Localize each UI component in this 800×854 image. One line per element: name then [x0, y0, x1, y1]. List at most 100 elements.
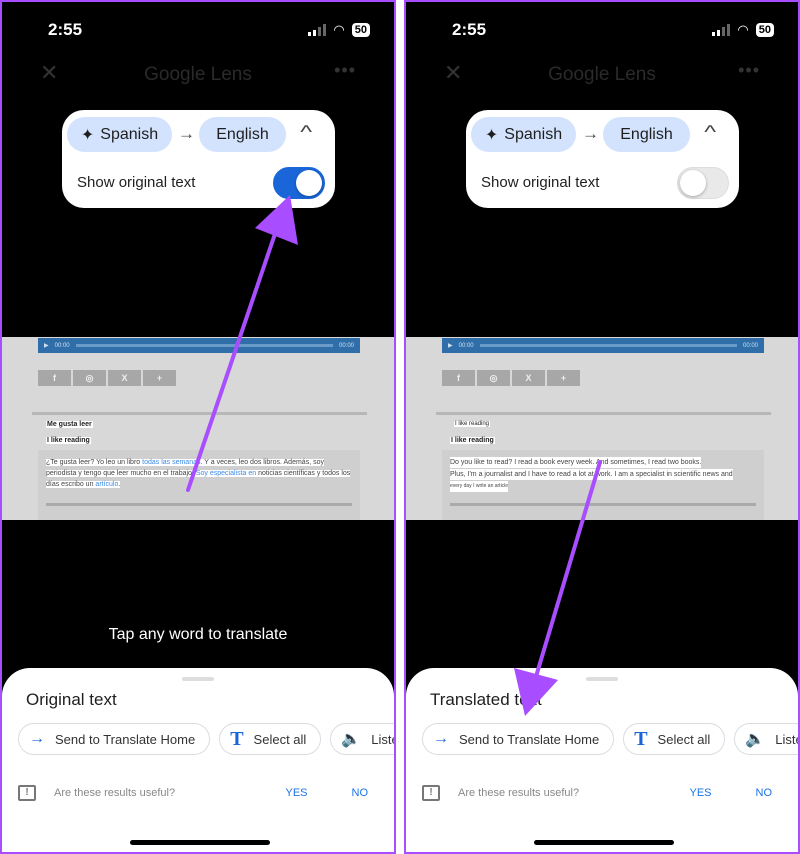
- plus-icon[interactable]: +: [547, 370, 580, 386]
- translated-text-line[interactable]: Plus, I'm a journalist and I have to rea…: [450, 469, 733, 480]
- text-icon: T: [230, 727, 244, 750]
- divider: [450, 503, 756, 506]
- arrow-right-icon: →: [433, 730, 449, 747]
- feedback-yes-button[interactable]: YES: [689, 787, 711, 799]
- signal-icon: [308, 24, 327, 36]
- audio-player[interactable]: ▶ 00:00 00:00: [38, 338, 360, 353]
- audio-player[interactable]: ▶ 00:00 00:00: [442, 338, 764, 353]
- divider: [46, 503, 352, 506]
- audio-end-time: 00:00: [742, 342, 758, 349]
- send-to-translate-button[interactable]: → Send to Translate Home: [422, 723, 615, 755]
- audio-start-time: 00:00: [458, 342, 474, 349]
- target-language-label: English: [216, 125, 269, 143]
- arrow-right-icon: →: [29, 730, 45, 747]
- listen-button[interactable]: 🔈 Listen: [330, 723, 394, 755]
- toggle-knob: [296, 170, 322, 196]
- social-buttons: f ◎ X +: [38, 370, 176, 386]
- instagram-icon[interactable]: ◎: [477, 370, 510, 386]
- battery-icon: 50: [755, 23, 774, 37]
- target-language-label: English: [620, 125, 673, 143]
- button-label: Listen: [775, 731, 798, 747]
- facebook-icon[interactable]: f: [38, 370, 71, 386]
- feedback-row: ! Are these results useful? YES NO: [18, 785, 378, 801]
- audio-progress-track[interactable]: [479, 344, 737, 347]
- home-indicator: [130, 840, 270, 845]
- webpage-link[interactable]: artículo: [95, 481, 119, 488]
- source-language-chip[interactable]: ✦ Spanish: [471, 117, 576, 152]
- select-all-button[interactable]: T Select all: [623, 723, 726, 755]
- speaker-icon: 🔈: [745, 731, 766, 748]
- action-chips: → Send to Translate Home T Select all 🔈 Lis…: [18, 723, 394, 755]
- audio-end-time: 00:00: [338, 342, 354, 349]
- chevron-up-icon[interactable]: ^: [704, 122, 716, 143]
- translate-card: ✦ Spanish → English ^ Show original text: [466, 110, 739, 208]
- text-icon: T: [634, 727, 648, 750]
- show-original-text-toggle[interactable]: [677, 167, 729, 199]
- webpage-heading[interactable]: I like reading: [454, 421, 491, 427]
- button-label: Select all: [657, 731, 711, 747]
- select-all-button[interactable]: T Select all: [219, 723, 322, 755]
- phone-screenshot-original: 2:55 ◠ 50 ✕ Google Lens ••• ✦ Spanish → …: [0, 0, 396, 854]
- toggle-knob: [680, 170, 706, 196]
- feedback-no-button[interactable]: NO: [352, 787, 369, 799]
- tap-hint: Tap any word to translate: [108, 626, 288, 643]
- status-icons: ◠ 50: [712, 22, 774, 38]
- home-indicator: [534, 840, 674, 845]
- facebook-icon[interactable]: f: [442, 370, 475, 386]
- instagram-icon[interactable]: ◎: [73, 370, 106, 386]
- webpage-paragraph[interactable]: ¿Te gusta leer? Yo leo un libro todas la…: [38, 450, 360, 520]
- button-label: Send to Translate Home: [55, 731, 196, 747]
- webpage-link[interactable]: todas las semanas: [142, 459, 201, 466]
- webpage-paragraph[interactable]: Do you like to read? I read a book every…: [442, 450, 764, 520]
- target-language-chip[interactable]: English: [603, 117, 690, 152]
- bottom-sheet: Original text → Send to Translate Home TS…: [2, 668, 394, 852]
- feedback-row: ! Are these results useful? YES NO: [422, 785, 782, 801]
- play-icon[interactable]: ▶: [44, 342, 49, 349]
- x-icon[interactable]: X: [512, 370, 545, 386]
- feedback-yes-button[interactable]: YES: [285, 787, 307, 799]
- plus-icon[interactable]: +: [143, 370, 176, 386]
- speaker-icon: 🔈: [341, 731, 362, 748]
- sheet-drag-handle[interactable]: [586, 677, 618, 681]
- status-time: 2:55: [48, 20, 83, 39]
- feedback-icon: !: [422, 785, 440, 801]
- more-options-icon[interactable]: •••: [738, 60, 760, 81]
- audio-progress-track[interactable]: [75, 344, 333, 347]
- translated-text-line[interactable]: Do you like to read? I read a book every…: [450, 457, 702, 468]
- feedback-icon: !: [18, 785, 36, 801]
- arrow-right-icon: →: [582, 124, 599, 143]
- feedback-no-button[interactable]: NO: [756, 787, 773, 799]
- sparkle-icon: ✦: [80, 126, 95, 144]
- listen-button[interactable]: 🔈 Listen: [734, 723, 798, 755]
- wifi-icon: ◠: [333, 22, 345, 37]
- bottom-sheet: Translated text → Send to Translate Home …: [406, 668, 798, 852]
- source-language-label: Spanish: [100, 125, 159, 143]
- divider: [32, 412, 367, 415]
- webpage-text: ¿Te gusta leer? Yo leo un libro: [46, 459, 143, 466]
- webpage-link[interactable]: Soy especialista en: [195, 470, 257, 477]
- webpage-heading[interactable]: Me gusta leer: [46, 421, 93, 428]
- translated-text-line[interactable]: every day I write an article: [450, 481, 509, 492]
- play-icon[interactable]: ▶: [448, 342, 453, 349]
- show-original-text-toggle[interactable]: [273, 167, 325, 199]
- wifi-icon: ◠: [737, 22, 749, 37]
- action-chips: → Send to Translate Home T Select all 🔈 Lis…: [422, 723, 798, 755]
- more-options-icon[interactable]: •••: [334, 60, 356, 81]
- status-icons: ◠ 50: [308, 22, 370, 38]
- sheet-title: Translated text: [430, 690, 542, 709]
- webpage-subheading[interactable]: I like reading: [450, 437, 495, 444]
- sheet-drag-handle[interactable]: [182, 677, 214, 681]
- button-label: Select all: [253, 731, 307, 747]
- source-language-chip[interactable]: ✦ Spanish: [67, 117, 172, 152]
- social-buttons: f ◎ X +: [442, 370, 580, 386]
- phone-screenshot-translated: 2:55 ◠ 50 ✕ Google Lens ••• ✦ Spanish → …: [404, 0, 800, 854]
- button-label: Send to Translate Home: [459, 731, 600, 747]
- sheet-title: Original text: [26, 690, 117, 709]
- x-icon[interactable]: X: [108, 370, 141, 386]
- target-language-chip[interactable]: English: [199, 117, 286, 152]
- webpage-subheading[interactable]: I like reading: [46, 437, 91, 444]
- chevron-up-icon[interactable]: ^: [300, 122, 312, 143]
- battery-icon: 50: [351, 23, 370, 37]
- send-to-translate-button[interactable]: → Send to Translate Home: [18, 723, 211, 755]
- divider: [436, 412, 771, 415]
